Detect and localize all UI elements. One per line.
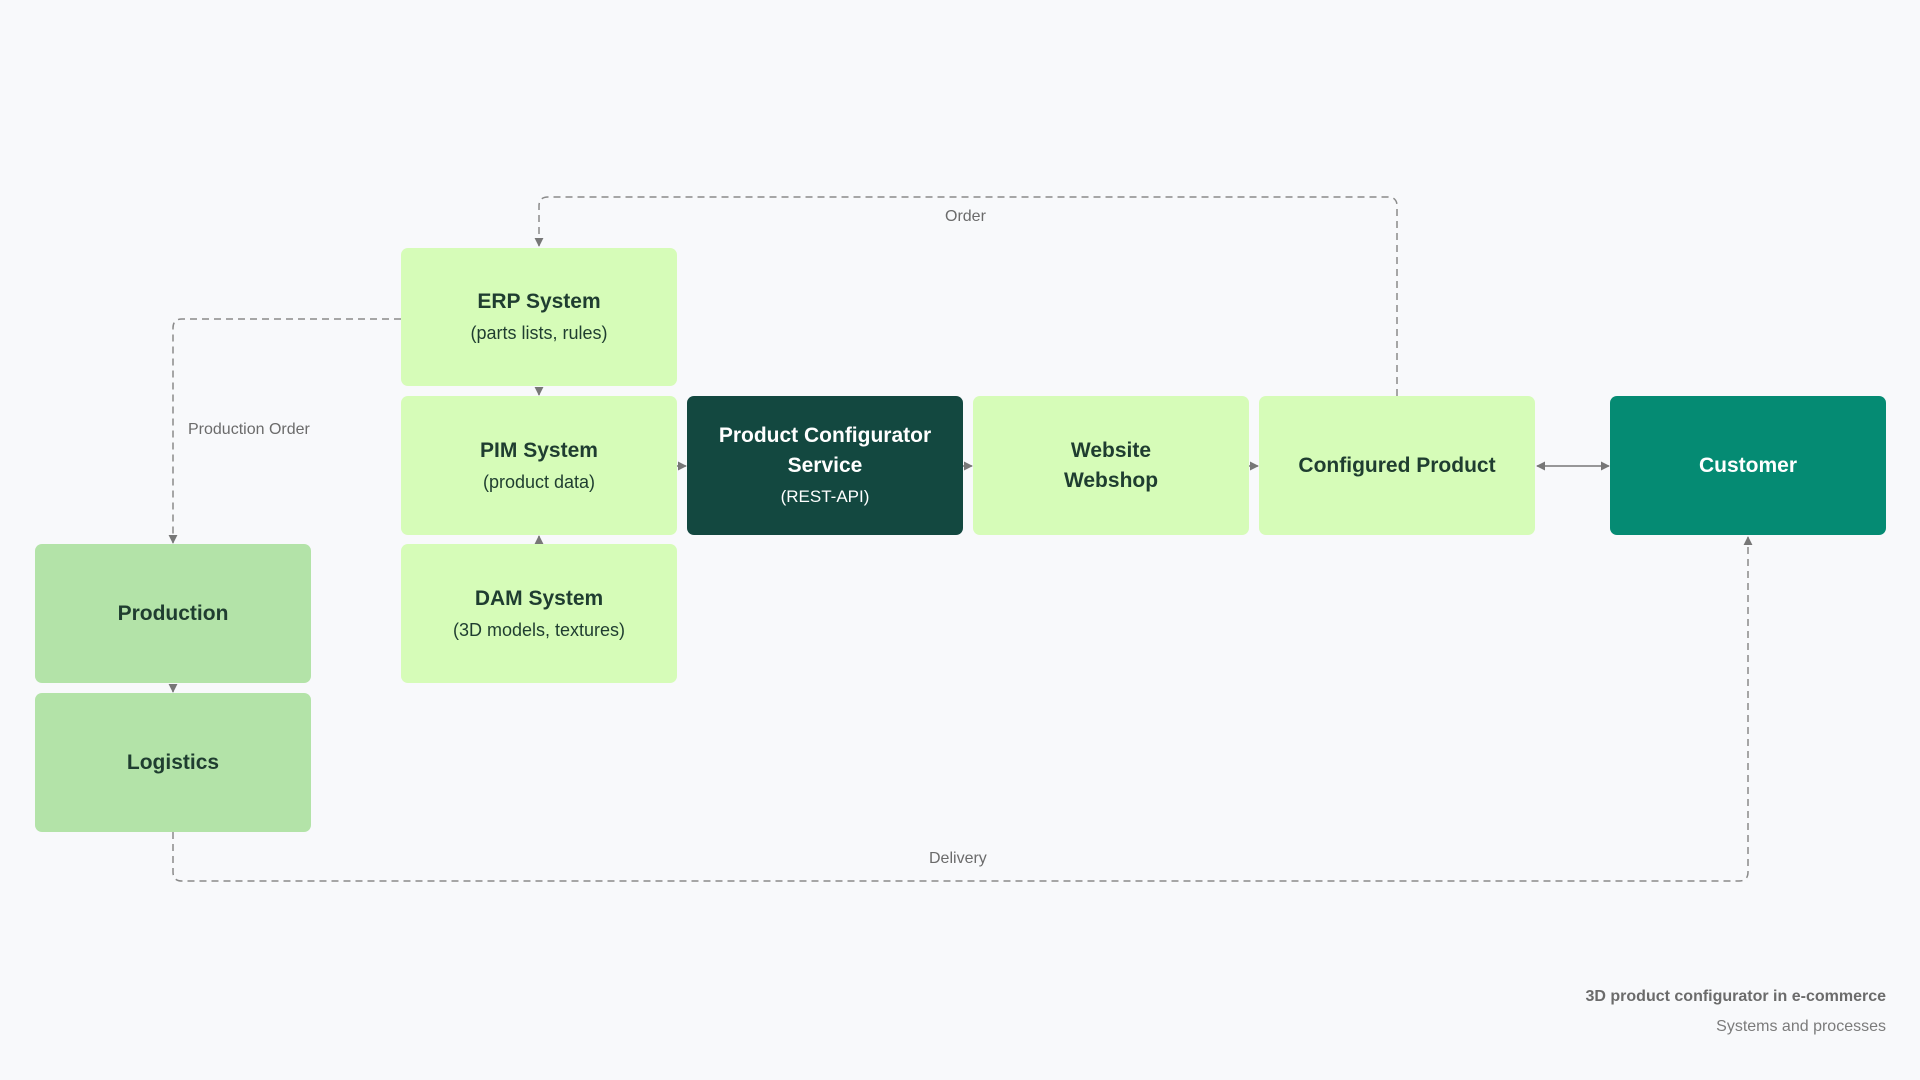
order-label: Order	[945, 208, 986, 225]
website-title-line2: Webshop	[1063, 468, 1159, 492]
product-configurator-node: Product Configurator Service (REST-API)	[687, 396, 963, 535]
configured-product-title: Configured Product	[1298, 453, 1496, 477]
dam-system-node: DAM System (3D models, textures)	[401, 544, 677, 683]
product-configurator-title-line1: Product Configurator	[718, 423, 932, 447]
pim-system-node: PIM System (product data)	[401, 396, 677, 535]
production-title: Production	[117, 601, 229, 625]
production-order-label: Production Order	[188, 421, 310, 438]
product-configurator-subtitle: (REST-API)	[780, 486, 870, 506]
website-webshop-node: Website Webshop	[973, 396, 1249, 535]
connector-layer	[168, 196, 1753, 882]
product-configurator-title-line2: Service	[787, 453, 863, 477]
dam-system-subtitle: (3D models, textures)	[452, 619, 626, 640]
footer-subtitle: Systems and processes	[1716, 1018, 1886, 1035]
configured-product-node: Configured Product	[1259, 396, 1535, 535]
customer-node: Customer	[1610, 396, 1886, 535]
erp-system-title: ERP System	[477, 290, 601, 313]
logistics-title: Logistics	[126, 750, 220, 774]
production-node: Production	[35, 544, 311, 683]
footer-title: 3D product configurator in e-commerce	[1585, 988, 1887, 1005]
dam-system-title: DAM System	[474, 586, 604, 610]
erp-system-node: ERP System (parts lists, rules)	[401, 248, 677, 386]
customer-title: Customer	[1698, 453, 1798, 477]
delivery-label: Delivery	[929, 850, 987, 867]
pim-system-subtitle: (product data)	[482, 471, 596, 492]
pim-system-title: PIM System	[480, 438, 598, 462]
website-title-line1: Website	[1070, 438, 1152, 462]
logistics-node: Logistics	[35, 693, 311, 832]
erp-system-subtitle: (parts lists, rules)	[470, 323, 608, 343]
